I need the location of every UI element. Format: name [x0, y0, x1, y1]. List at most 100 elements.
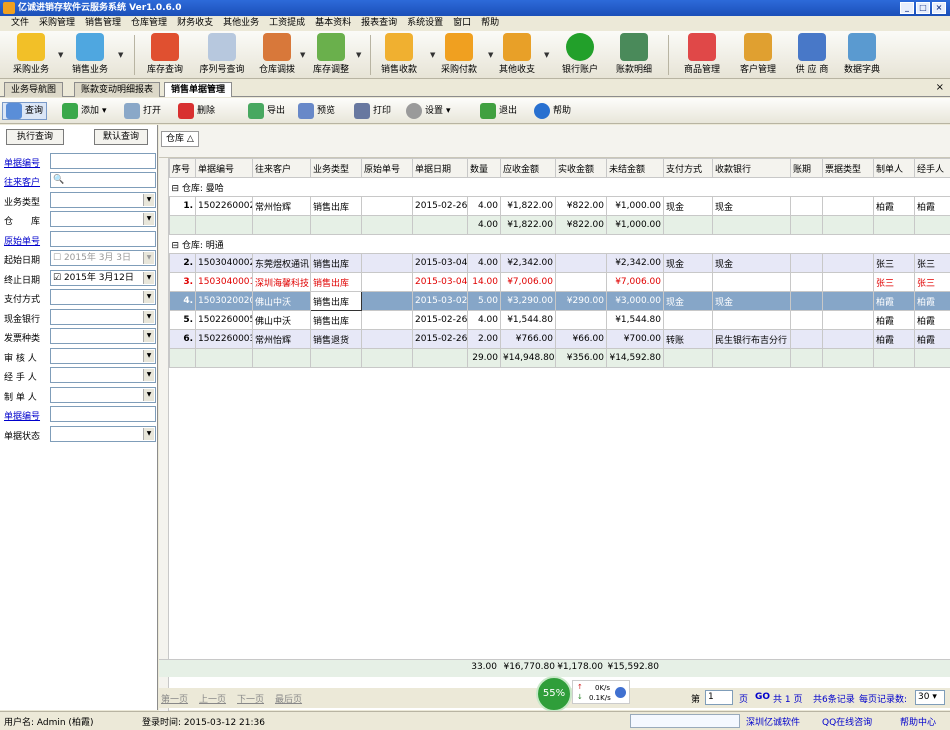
table-row[interactable]: 1. 1502260002 常州怡辉 销售出库 2015-02-26 4.00 ¥1,822… [169, 196, 950, 216]
column-header[interactable]: 票据类型 [822, 158, 874, 178]
tb-stock-query[interactable]: 库存查询 [144, 33, 186, 75]
table-cell[interactable]: 张三 [873, 253, 915, 273]
column-header[interactable]: 收款银行 [712, 158, 791, 178]
table-cell[interactable]: ¥2,342.00 [606, 253, 664, 273]
table-cell[interactable] [790, 253, 823, 273]
menu-finance[interactable]: 财务收支 [172, 16, 218, 31]
cash-bank-select[interactable]: ▼ [50, 309, 156, 325]
table-cell[interactable]: 4. [169, 291, 196, 311]
tb-suppliers[interactable]: 供 应 商 [790, 33, 834, 75]
warehouse-select[interactable]: ▼ [50, 211, 156, 227]
table-cell[interactable] [790, 291, 823, 311]
table-cell[interactable] [555, 253, 607, 273]
table-cell[interactable]: 1502260005 [195, 310, 253, 330]
chevron-down-icon[interactable]: ▼ [143, 389, 154, 401]
table-cell[interactable]: 1502260002 [195, 196, 253, 216]
tab-sales-doc[interactable]: 销售单据管理 [164, 82, 233, 97]
table-cell[interactable]: ¥766.00 [500, 329, 556, 349]
maker-select[interactable]: ▼ [50, 387, 156, 403]
table-cell[interactable]: 柏霞 [914, 196, 950, 216]
table-cell[interactable]: 深圳海馨科技 [252, 272, 311, 292]
table-cell[interactable]: 4.00 [467, 310, 501, 330]
table-cell[interactable]: 佛山中沃 [252, 291, 311, 311]
chevron-down-icon[interactable]: ▼ [143, 291, 154, 303]
query-button[interactable]: 查询 [2, 102, 48, 120]
menu-settings[interactable]: 系统设置 [402, 16, 448, 31]
invoice-select[interactable]: ▼ [50, 328, 156, 344]
help-button[interactable]: 帮助 [534, 102, 571, 120]
table-cell[interactable] [822, 196, 874, 216]
table-cell[interactable]: 2. [169, 253, 196, 273]
table-cell[interactable]: 销售退货 [310, 329, 362, 349]
settings-button[interactable]: 设置 ▾ [406, 102, 451, 120]
table-cell[interactable] [361, 196, 413, 216]
maximize-button[interactable]: □ [916, 2, 930, 14]
table-cell[interactable]: 4.00 [467, 196, 501, 216]
tb-other-io[interactable]: 其他收支 [496, 33, 538, 75]
doc-no-2-input[interactable] [50, 406, 156, 422]
status-company-link[interactable]: 深圳亿诚软件 [746, 715, 800, 728]
table-cell[interactable]: 现金 [712, 253, 791, 273]
table-cell[interactable]: 佛山中沃 [252, 310, 311, 330]
handler-select[interactable]: ▼ [50, 367, 156, 383]
table-cell[interactable]: 民生银行布吉分行 [712, 329, 791, 349]
tb-bank[interactable]: 银行账户 [558, 33, 602, 75]
group-chip-warehouse[interactable]: 仓库 △ [161, 131, 199, 147]
end-date-picker[interactable]: ☑ 2015年 3月12日 ▼ [50, 270, 156, 286]
table-cell[interactable]: 张三 [873, 272, 915, 292]
table-cell[interactable]: 销售出库 [310, 196, 362, 216]
table-cell[interactable] [790, 196, 823, 216]
column-header[interactable]: 单据编号 [195, 158, 253, 178]
column-header[interactable]: 支付方式 [663, 158, 713, 178]
table-cell[interactable] [822, 329, 874, 349]
tb-dictionary[interactable]: 数据字典 [840, 33, 884, 75]
table-cell[interactable]: 现金 [663, 196, 713, 216]
chevron-down-icon[interactable]: ▼ [143, 330, 154, 342]
column-header[interactable]: 业务类型 [310, 158, 362, 178]
tb-payment-dropdown[interactable]: ▼ [488, 51, 493, 59]
table-cell[interactable]: 柏霞 [873, 329, 915, 349]
table-cell[interactable]: 柏霞 [914, 291, 950, 311]
last-page-link[interactable]: 最后页 [275, 692, 302, 705]
accelerate-icon[interactable] [615, 687, 626, 698]
search-icon[interactable]: 🔍 [53, 175, 64, 185]
table-cell[interactable]: 2.00 [467, 329, 501, 349]
tb-purchase[interactable]: 采购业务 [10, 33, 52, 75]
default-query-button[interactable]: 默认查询 [94, 129, 148, 145]
table-row[interactable]: 4. 1503020020 佛山中沃 销售出库 2015-03-02 5.00 ¥3,290… [169, 291, 950, 311]
chevron-down-icon[interactable]: ▼ [143, 213, 154, 225]
per-page-select[interactable]: 30 ▾ [915, 690, 945, 705]
table-cell[interactable] [663, 310, 713, 330]
tb-receipt[interactable]: 销售收款 [378, 33, 420, 75]
preview-button[interactable]: 预览 [298, 102, 335, 120]
column-header[interactable]: 序号 [169, 158, 196, 178]
open-button[interactable]: 打开 [124, 102, 161, 120]
print-button[interactable]: 打印 [354, 102, 391, 120]
table-cell[interactable]: 现金 [663, 253, 713, 273]
table-cell[interactable]: 张三 [914, 253, 950, 273]
tb-adjust[interactable]: 库存调整 [310, 33, 352, 75]
menu-purchase[interactable]: 采购管理 [34, 16, 80, 31]
help-center-link[interactable]: 帮助中心 [900, 715, 936, 728]
table-cell[interactable]: ¥66.00 [555, 329, 607, 349]
table-cell[interactable]: 张三 [914, 272, 950, 292]
table-cell[interactable] [663, 272, 713, 292]
tb-goods[interactable]: 商品管理 [680, 33, 724, 75]
go-button[interactable]: GO [755, 692, 770, 702]
table-cell[interactable] [555, 310, 607, 330]
table-cell[interactable]: 4.00 [467, 253, 501, 273]
table-row[interactable]: 3. 1503040001 深圳海馨科技 销售出库 2015-03-04 14.00 ¥7,… [169, 272, 950, 292]
table-cell[interactable]: ¥2,342.00 [500, 253, 556, 273]
table-cell[interactable]: 销售出库 [310, 310, 362, 330]
collapse-icon[interactable]: ⊟ [172, 184, 182, 194]
table-cell[interactable] [361, 329, 413, 349]
table-cell[interactable]: 5. [169, 310, 196, 330]
tb-sales[interactable]: 销售业务 [68, 33, 112, 75]
tb-other-dropdown[interactable]: ▼ [544, 51, 549, 59]
execute-query-button[interactable]: 执行查询 [6, 129, 64, 145]
column-header[interactable]: 实收金额 [555, 158, 607, 178]
column-header[interactable]: 应收金额 [500, 158, 556, 178]
tb-adjust-dropdown[interactable]: ▼ [356, 51, 361, 59]
table-cell[interactable]: 6. [169, 329, 196, 349]
table-cell[interactable]: ¥3,290.00 [500, 291, 556, 311]
